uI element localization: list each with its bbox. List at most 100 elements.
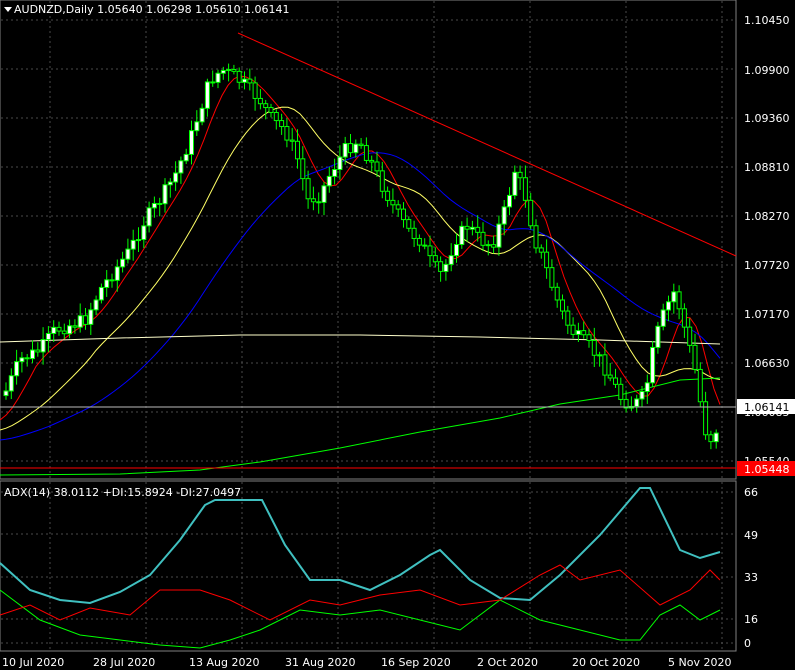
candle-body bbox=[51, 326, 57, 334]
candles[interactable] bbox=[3, 63, 719, 450]
candle-body bbox=[40, 339, 46, 353]
menu-triangle-icon[interactable] bbox=[4, 7, 12, 12]
candle-body bbox=[369, 159, 375, 163]
indicator-tick: 66 bbox=[744, 486, 758, 499]
candle-body bbox=[189, 130, 194, 155]
candle-body bbox=[83, 315, 88, 325]
candle-body bbox=[475, 226, 481, 233]
price-tick: 1.06630 bbox=[744, 357, 790, 370]
candle-body bbox=[56, 326, 62, 332]
price-tick: 1.10450 bbox=[744, 14, 790, 27]
candle-body bbox=[215, 72, 221, 83]
minus-di-line bbox=[0, 564, 721, 621]
time-axis: 10 Jul 2020 28 Jul 2020 13 Aug 2020 31 A… bbox=[2, 656, 731, 669]
candle-body bbox=[199, 107, 205, 123]
ma-slow-line bbox=[0, 152, 721, 441]
indicator-tick: 33 bbox=[744, 571, 758, 584]
time-label: 2 Oct 2020 bbox=[477, 656, 538, 669]
indicator-label: ADX(14) 38.0112 +DI:15.8924 -DI:27.0497 bbox=[4, 486, 241, 499]
time-label: 31 Aug 2020 bbox=[285, 656, 355, 669]
candle-body bbox=[348, 143, 353, 154]
candle-body bbox=[469, 226, 475, 230]
candle-body bbox=[125, 248, 131, 260]
candle-body bbox=[533, 225, 539, 249]
candle-body bbox=[538, 247, 544, 253]
candle-body bbox=[316, 201, 322, 204]
chart-canvas[interactable]: AUDNZD,Daily 1.05640 1.06298 1.05610 1.0… bbox=[0, 0, 795, 670]
candle-body bbox=[273, 111, 279, 122]
candle-body bbox=[342, 143, 348, 158]
candle-body bbox=[120, 258, 126, 268]
price-tick: 1.07170 bbox=[744, 308, 790, 321]
candle-body bbox=[697, 368, 703, 403]
price-tick: 1.07720 bbox=[744, 259, 790, 272]
candle-body bbox=[295, 140, 300, 160]
indicator-tick: 16 bbox=[744, 613, 758, 626]
candle-body bbox=[454, 244, 459, 257]
candle-body bbox=[639, 391, 645, 400]
candle-body bbox=[242, 78, 247, 83]
candle-body bbox=[109, 279, 115, 282]
candle-body bbox=[130, 239, 136, 250]
candle-body bbox=[151, 202, 157, 209]
candle-body bbox=[77, 315, 83, 328]
ma-white-line bbox=[0, 334, 721, 345]
candle-body bbox=[363, 145, 369, 161]
candle-body bbox=[422, 244, 428, 247]
candle-body bbox=[650, 346, 656, 384]
candle-body bbox=[61, 330, 67, 335]
indicator-tick: 49 bbox=[744, 529, 758, 542]
line-price-label: 1.05448 bbox=[744, 463, 790, 476]
candle-body bbox=[167, 181, 173, 186]
candle-body bbox=[618, 383, 624, 400]
indicator-axis: 66 49 33 16 0 bbox=[744, 486, 758, 650]
candle-body bbox=[501, 206, 507, 225]
candle-body bbox=[45, 332, 51, 341]
candle-body bbox=[586, 334, 592, 341]
candle-body bbox=[480, 231, 486, 246]
candle-body bbox=[3, 390, 9, 397]
candle-body bbox=[708, 434, 714, 443]
candle-body bbox=[24, 357, 30, 360]
candle-body bbox=[602, 354, 608, 376]
candle-body bbox=[401, 208, 406, 221]
candle-body bbox=[560, 299, 565, 312]
candle-body bbox=[448, 255, 454, 265]
candle-body bbox=[549, 267, 555, 288]
candle-body bbox=[141, 225, 147, 241]
candle-body bbox=[247, 78, 253, 84]
candle-body bbox=[655, 325, 661, 348]
candle-body bbox=[104, 279, 110, 288]
candle-body bbox=[146, 207, 152, 227]
candle-body bbox=[35, 349, 41, 353]
candle-body bbox=[575, 330, 581, 335]
candle-body bbox=[173, 172, 179, 183]
candle-body bbox=[332, 169, 338, 177]
adx-lines bbox=[0, 487, 721, 649]
candle-body bbox=[464, 225, 470, 230]
candle-body bbox=[512, 171, 518, 196]
price-tick: 1.08270 bbox=[744, 210, 790, 223]
candle-body bbox=[337, 156, 343, 171]
time-label: 5 Nov 2020 bbox=[668, 656, 731, 669]
candle-body bbox=[522, 177, 528, 201]
candle-body bbox=[30, 349, 35, 360]
candle-body bbox=[310, 198, 316, 203]
price-tick: 1.08810 bbox=[744, 161, 790, 174]
candle-body bbox=[597, 354, 603, 357]
adx-line bbox=[0, 487, 721, 605]
candle-body bbox=[257, 97, 263, 105]
candle-body bbox=[395, 204, 401, 210]
candle-body bbox=[570, 324, 576, 335]
indicator-tick: 0 bbox=[744, 637, 751, 650]
candle-body bbox=[385, 190, 391, 201]
candle-body bbox=[236, 70, 242, 83]
candle-body bbox=[284, 126, 290, 141]
candle-body bbox=[210, 81, 216, 84]
candle-body bbox=[374, 161, 380, 172]
candle-body bbox=[136, 239, 141, 242]
candle-body bbox=[226, 69, 232, 72]
candle-body bbox=[14, 361, 20, 377]
current-price-label: 1.06141 bbox=[744, 401, 790, 414]
candle-body bbox=[406, 219, 412, 229]
